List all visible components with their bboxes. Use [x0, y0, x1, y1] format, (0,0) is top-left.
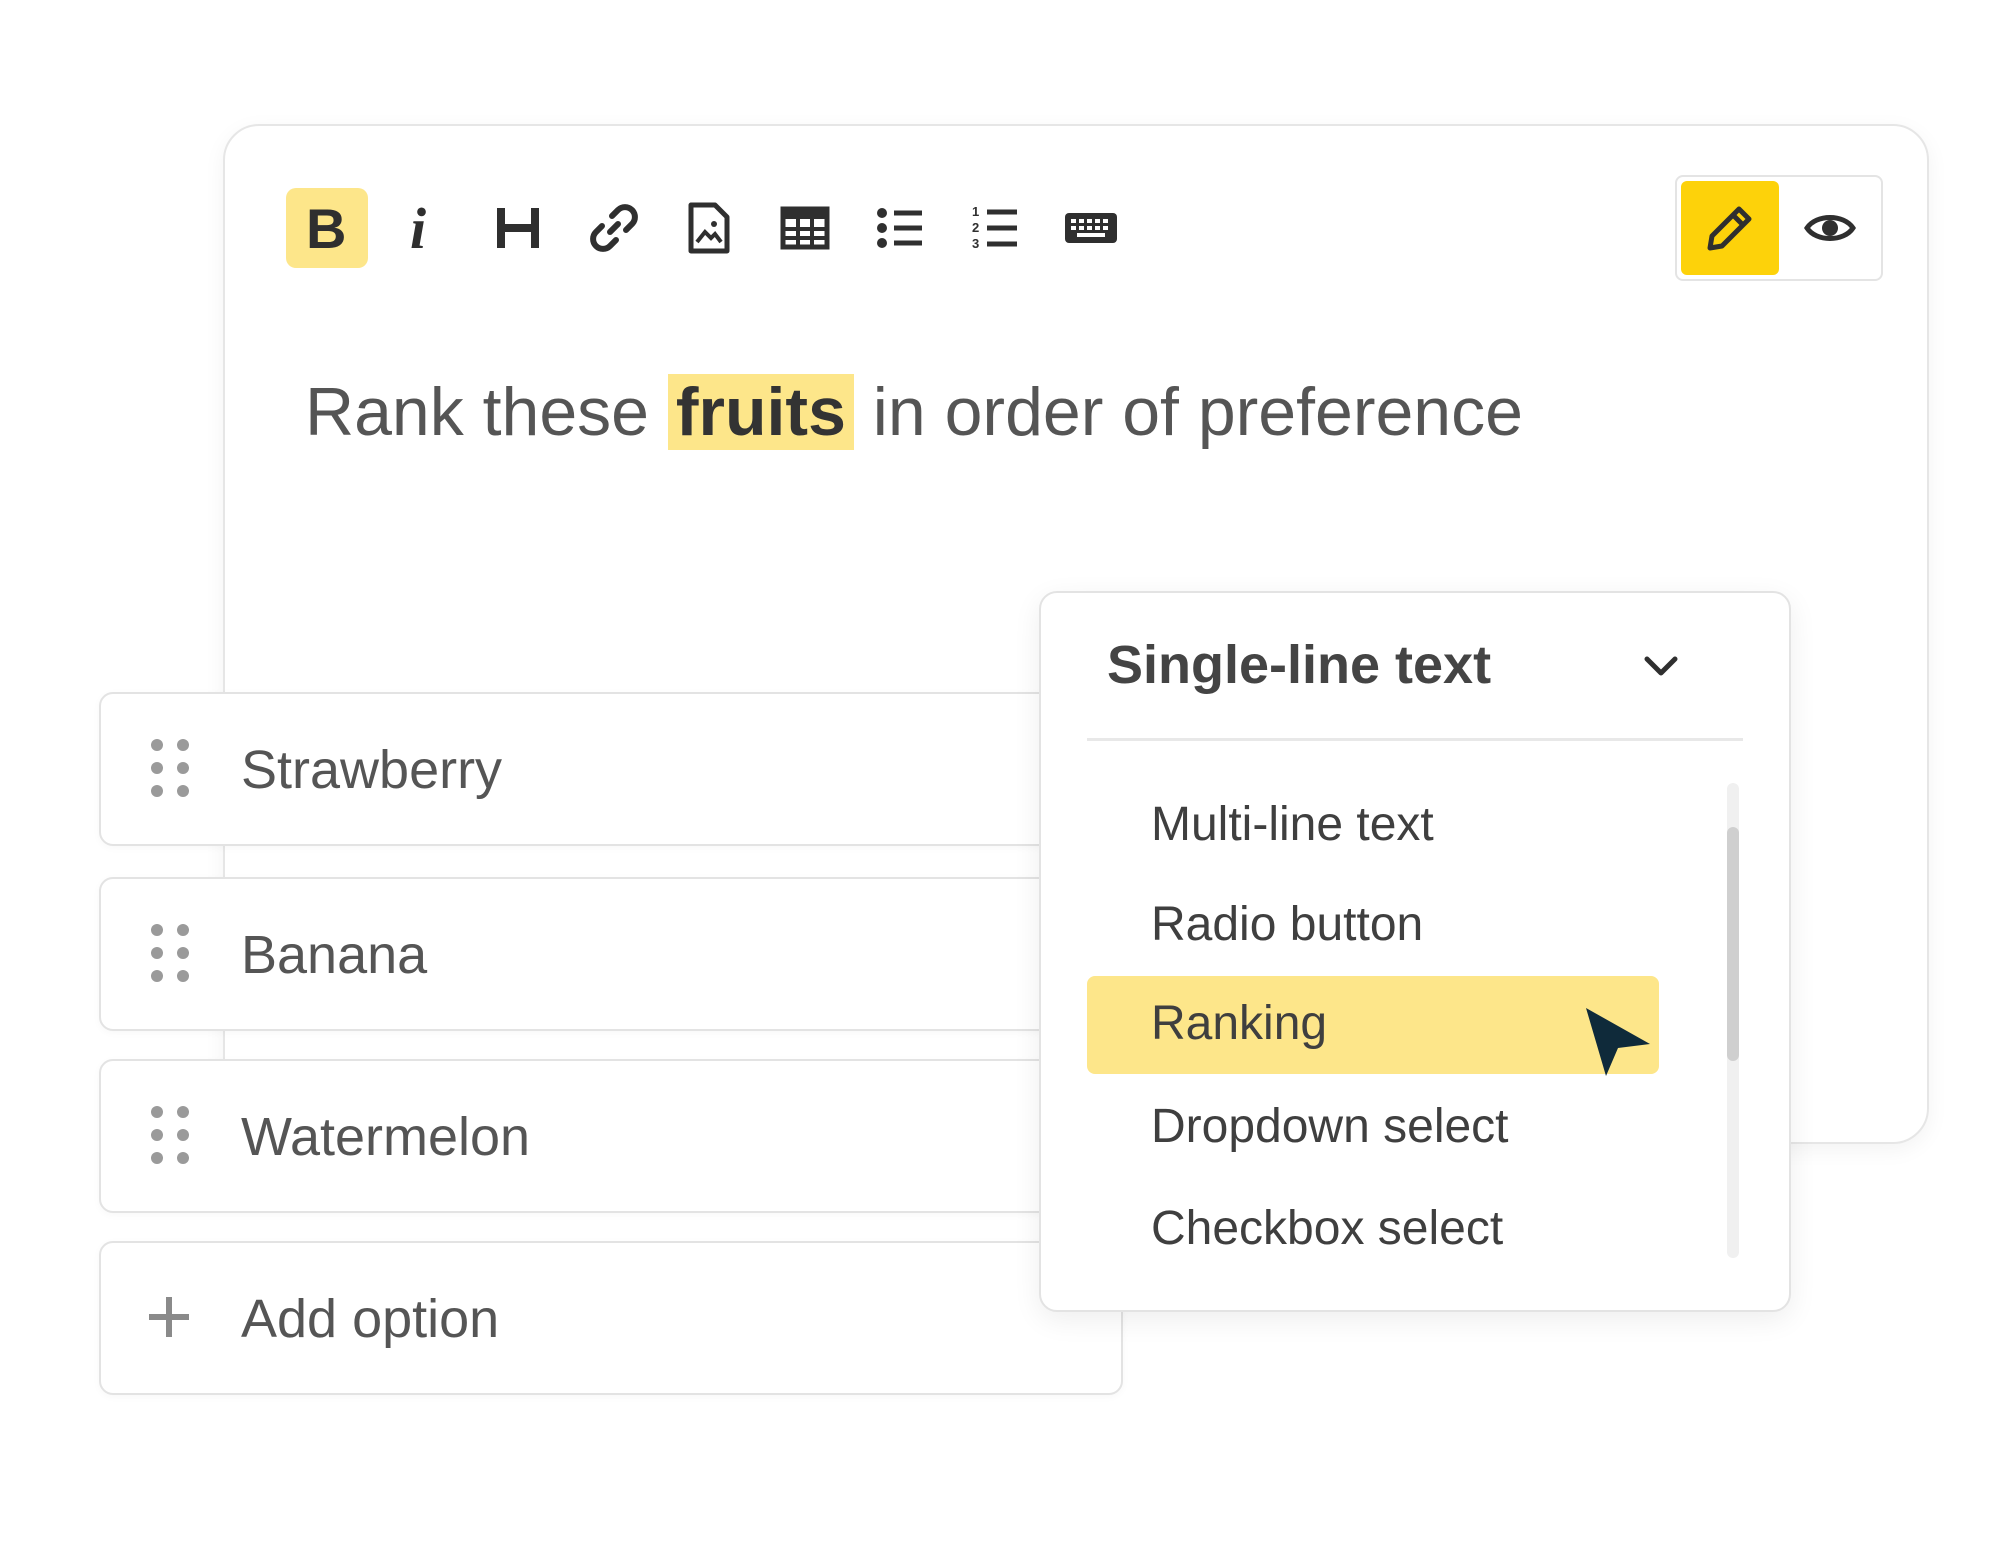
numbered-list-button[interactable]: 123 — [954, 188, 1036, 268]
type-option-dropdown-select[interactable]: Dropdown select — [1087, 1079, 1659, 1177]
option-label: Banana — [241, 925, 428, 985]
type-option-label: Checkbox select — [1151, 1202, 1504, 1255]
type-option-label: Ranking — [1151, 997, 1328, 1050]
eye-icon — [1804, 215, 1856, 241]
type-option-checkbox-select[interactable]: Checkbox select — [1087, 1181, 1659, 1279]
question-type-select[interactable]: Single-line text — [1041, 593, 1793, 733]
type-option-label: Multi-line text — [1151, 798, 1434, 851]
keyboard-button[interactable] — [1050, 188, 1132, 268]
type-option-label: Radio button — [1151, 898, 1424, 951]
numbered-list-icon: 123 — [972, 204, 1017, 251]
preview-mode-button[interactable] — [1781, 181, 1879, 275]
svg-text:1: 1 — [972, 204, 979, 219]
add-option-label: Add option — [241, 1289, 500, 1349]
chevron-down-icon — [1644, 656, 1678, 676]
mouse-cursor-icon — [1586, 1008, 1650, 1076]
table-icon — [780, 206, 830, 250]
type-option-multi-line-text[interactable]: Multi-line text — [1087, 777, 1659, 875]
type-option-ranking[interactable]: Ranking — [1087, 976, 1659, 1074]
panel-divider — [1087, 738, 1743, 741]
heading-button[interactable] — [477, 188, 559, 268]
bold-button[interactable]: B — [286, 188, 368, 268]
mode-toggle — [1675, 175, 1883, 281]
table-button[interactable] — [764, 188, 846, 268]
prompt-text-after: in order of preference — [853, 374, 1523, 450]
drag-handle-icon[interactable] — [147, 923, 195, 983]
prompt-text-before: Rank these — [305, 374, 668, 450]
svg-text:B: B — [306, 202, 346, 254]
option-label: Watermelon — [241, 1107, 531, 1167]
svg-text:i: i — [410, 202, 426, 254]
option-row-strawberry[interactable]: Strawberry — [99, 692, 1123, 846]
dropdown-scrollbar[interactable] — [1727, 783, 1739, 1258]
bulleted-list-icon — [877, 208, 922, 248]
svg-text:3: 3 — [972, 236, 979, 251]
bold-icon: B — [306, 202, 346, 254]
image-file-icon — [688, 202, 730, 254]
question-prompt[interactable]: Rank these fruits in order of preference — [305, 366, 1523, 458]
link-button[interactable] — [573, 188, 655, 268]
link-icon — [590, 204, 638, 252]
italic-button[interactable]: i — [382, 188, 464, 268]
italic-icon: i — [410, 202, 426, 254]
option-label: Strawberry — [241, 740, 503, 800]
svg-text:2: 2 — [972, 220, 979, 235]
bulleted-list-button[interactable] — [859, 188, 941, 268]
add-option-button[interactable]: Add option — [99, 1241, 1123, 1395]
type-option-radio-button[interactable]: Radio button — [1087, 877, 1659, 975]
prompt-highlighted-word: fruits — [667, 374, 854, 450]
option-row-watermelon[interactable]: Watermelon — [99, 1059, 1123, 1213]
scrollbar-thumb[interactable] — [1727, 827, 1739, 1061]
pencil-icon — [1707, 206, 1752, 251]
option-row-banana[interactable]: Banana — [99, 877, 1123, 1031]
selected-type-label: Single-line text — [1107, 635, 1492, 695]
plus-icon — [149, 1297, 189, 1337]
heading-icon — [497, 208, 539, 248]
image-button[interactable] — [668, 188, 750, 268]
type-option-label: Dropdown select — [1151, 1100, 1509, 1153]
keyboard-icon — [1065, 213, 1117, 243]
edit-mode-button[interactable] — [1681, 181, 1779, 275]
drag-handle-icon[interactable] — [147, 1105, 195, 1165]
drag-handle-icon[interactable] — [147, 738, 195, 798]
question-type-dropdown: Single-line text Multi-line text Radio b… — [1039, 591, 1791, 1312]
